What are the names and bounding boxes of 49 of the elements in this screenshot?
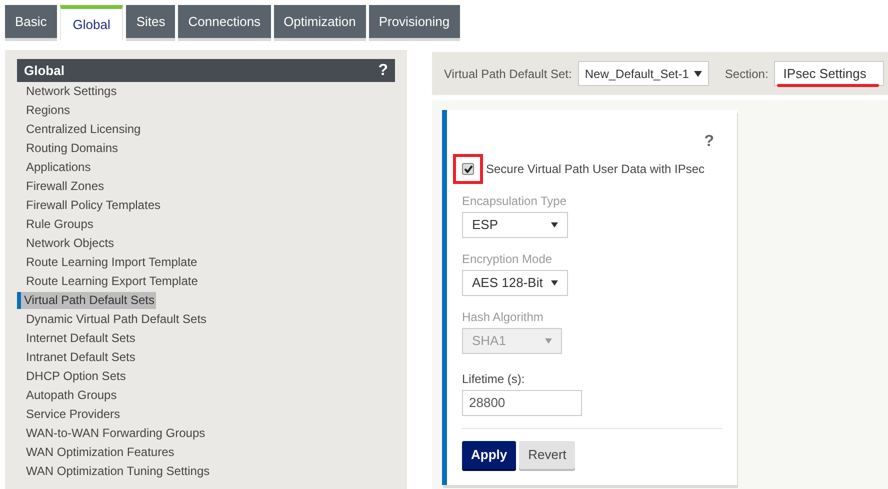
field-label: Lifetime (s): bbox=[462, 371, 526, 388]
sidebar-item[interactable]: WAN-to-WAN Forwarding Groups bbox=[17, 425, 206, 442]
checkbox-label: Secure Virtual Path User Data with IPsec bbox=[486, 161, 705, 178]
apply-button[interactable]: Apply bbox=[462, 441, 516, 469]
sidebar-item[interactable]: Network Objects bbox=[17, 235, 114, 252]
help-icon[interactable]: ? bbox=[704, 130, 714, 154]
set-dropdown[interactable]: New_Default_Set-1 bbox=[578, 61, 709, 86]
sidebar-item[interactable]: Internet Default Sets bbox=[17, 330, 136, 347]
section-label: Section: bbox=[724, 66, 768, 82]
tab[interactable]: Basic bbox=[5, 5, 57, 38]
sidebar-item[interactable]: Intranet Default Sets bbox=[17, 349, 136, 366]
section-dropdown[interactable]: IPsec Settings bbox=[774, 61, 884, 86]
help-icon[interactable]: ? bbox=[378, 58, 388, 82]
tab[interactable]: Sites bbox=[126, 5, 176, 38]
sidebar-item[interactable]: Firewall Policy Templates bbox=[17, 197, 160, 214]
caret-icon bbox=[551, 280, 558, 286]
sidebar-item[interactable]: Centralized Licensing bbox=[17, 121, 141, 138]
field-label: Encapsulation Type bbox=[462, 193, 568, 210]
checkbox[interactable] bbox=[462, 163, 474, 175]
sidebar-item[interactable]: Rule Groups bbox=[17, 216, 94, 233]
sidebar-item[interactable]: Service Providers bbox=[17, 406, 120, 423]
sidebar-item[interactable]: Dynamic Virtual Path Default Sets bbox=[17, 311, 207, 328]
sidebar-item[interactable]: WAN Optimization Tuning Settings bbox=[17, 463, 210, 480]
tab[interactable]: Provisioning bbox=[368, 5, 460, 38]
sidebar-item[interactable]: Firewall Zones bbox=[17, 178, 104, 195]
tab[interactable]: Optimization bbox=[274, 5, 366, 38]
sidebar-item[interactable]: DHCP Option Sets bbox=[17, 368, 126, 385]
sidebar-item[interactable]: Virtual Path Default Sets bbox=[17, 292, 156, 309]
sidebar-item[interactable]: Applications bbox=[17, 159, 91, 176]
sidebar-item[interactable]: Routing Domains bbox=[17, 140, 118, 157]
sidebar-item[interactable]: Autopath Groups bbox=[17, 387, 117, 404]
set-label: Virtual Path Default Set: bbox=[444, 66, 572, 82]
dropdown[interactable]: ESP bbox=[462, 212, 568, 238]
sidebar-item[interactable]: Route Learning Export Template bbox=[17, 273, 198, 290]
caret-icon bbox=[694, 70, 702, 76]
sidebar-title: Global bbox=[24, 62, 64, 80]
sidebar-item[interactable]: Route Learning Import Template bbox=[17, 254, 198, 271]
sidebar-item[interactable]: Network Settings bbox=[17, 83, 117, 100]
caret-icon bbox=[551, 222, 558, 228]
field-label: Encryption Mode bbox=[462, 251, 554, 268]
sidebar-item[interactable]: Regions bbox=[17, 102, 70, 119]
revert-button[interactable]: Revert bbox=[519, 441, 576, 469]
sidebar-item[interactable]: WAN Optimization Features bbox=[17, 444, 174, 461]
tab[interactable]: Global bbox=[60, 5, 124, 40]
caret-icon bbox=[545, 338, 552, 344]
tab[interactable]: Connections bbox=[178, 5, 271, 38]
lifetime-field[interactable]: 28800 bbox=[462, 390, 582, 416]
field-label: Hash Algorithm bbox=[462, 309, 544, 326]
dropdown[interactable]: AES 128-Bit bbox=[462, 270, 568, 296]
